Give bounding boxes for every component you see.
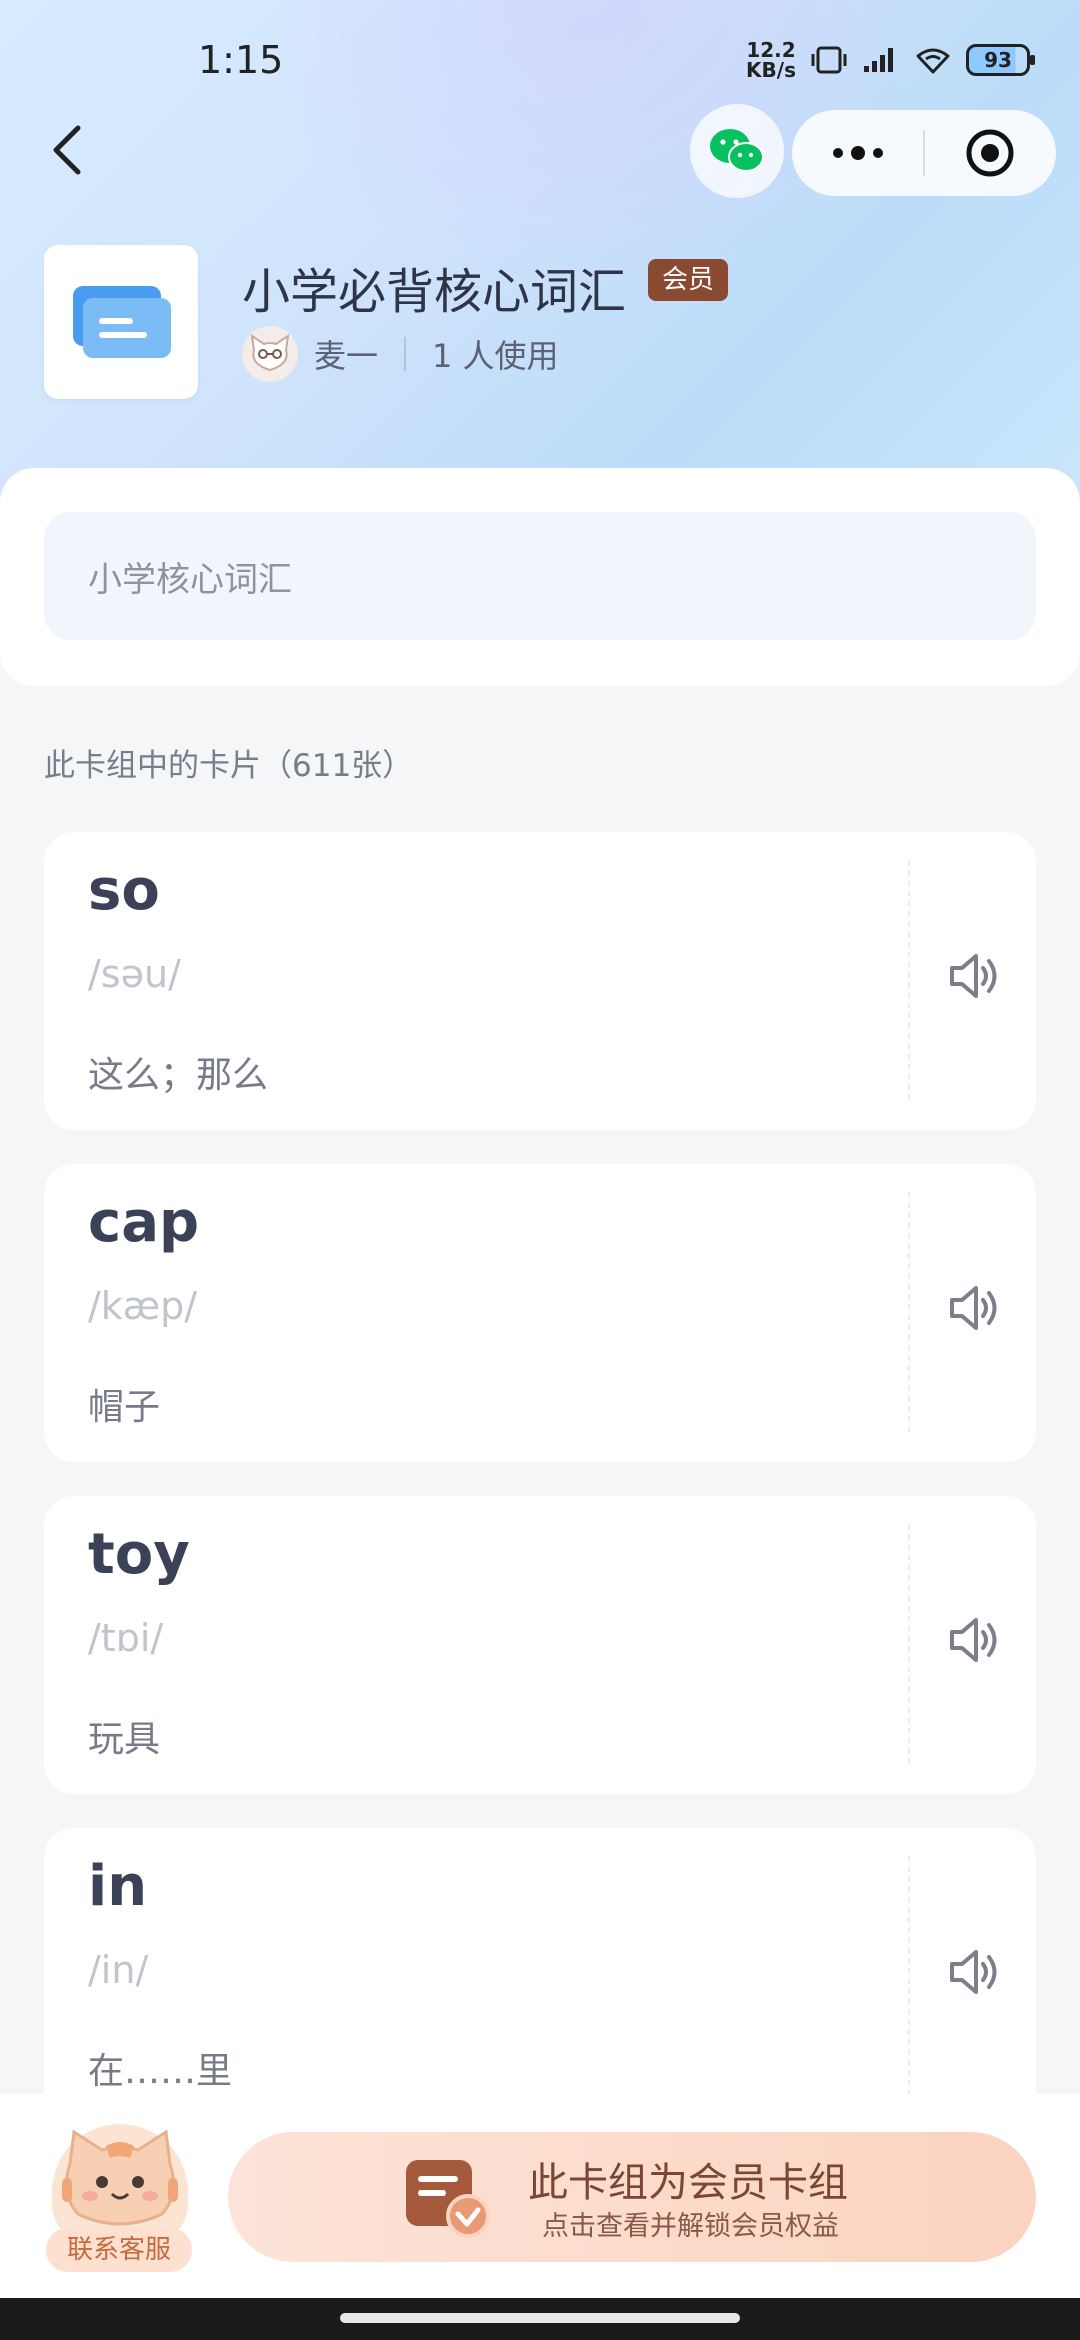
battery-icon: 93: [966, 44, 1035, 76]
back-arrow-icon[interactable]: [40, 118, 96, 182]
wifi-icon: [916, 48, 950, 74]
word-phonetic: /tɒi/: [88, 1616, 164, 1660]
deck-title: 小学必背核心词汇: [242, 264, 627, 320]
author-separator: [404, 337, 407, 371]
author-row: 麦一 1 人使用: [242, 326, 559, 382]
word-text: toy: [88, 1522, 190, 1587]
status-bar: 1:15 12.2 KB/s 93: [0, 0, 1080, 120]
word-card[interactable]: toy /tɒi/ 玩具: [44, 1496, 1036, 1794]
word-phonetic: /kæp/: [88, 1284, 198, 1328]
deck-cover: [44, 245, 198, 399]
member-banner-subtitle: 点击查看并解锁会员权益: [542, 2211, 839, 2242]
customer-service-button[interactable]: 联系客服: [46, 2124, 192, 2272]
card-divider: [908, 1856, 910, 2096]
home-indicator[interactable]: [340, 2313, 740, 2323]
member-banner-title: 此卡组为会员卡组: [528, 2160, 848, 2206]
author-name[interactable]: 麦一: [314, 331, 378, 377]
customer-service-label: 联系客服: [46, 2228, 192, 2272]
usage-count: 1 人使用: [432, 337, 559, 375]
speaker-icon[interactable]: [946, 1280, 1002, 1336]
member-unlock-button[interactable]: 此卡组为会员卡组 点击查看并解锁会员权益: [228, 2132, 1036, 2262]
word-card[interactable]: in /in/ 在……里: [44, 1828, 1036, 2126]
net-speed-unit: KB/s: [746, 58, 796, 82]
more-button[interactable]: [792, 110, 923, 196]
deck-description: 小学核心词汇: [44, 512, 1036, 640]
bottom-action-bar: 联系客服 此卡组为会员卡组 点击查看并解锁会员权益: [0, 2094, 1080, 2298]
net-speed-value: 12.2: [746, 38, 796, 62]
word-phonetic: /in/: [88, 1948, 149, 1992]
word-card[interactable]: so /səu/ 这么；那么: [44, 832, 1036, 1130]
description-panel: 小学核心词汇: [0, 468, 1080, 686]
speaker-icon[interactable]: [946, 948, 1002, 1004]
wechat-icon: [710, 129, 764, 172]
status-time: 1:15: [198, 38, 284, 82]
card-divider: [908, 1524, 910, 1764]
signal-icon: [864, 48, 893, 72]
word-text: so: [88, 858, 160, 923]
speaker-icon[interactable]: [946, 1944, 1002, 2000]
word-meaning: 帽子: [88, 1387, 161, 1428]
speaker-icon[interactable]: [946, 1612, 1002, 1668]
target-close-icon: [966, 129, 1014, 177]
cards-section-label: 此卡组中的卡片（611张）: [44, 748, 414, 784]
card-divider: [908, 860, 910, 1100]
word-meaning: 这么；那么: [88, 1055, 269, 1096]
cat-avatar-icon: [250, 334, 290, 372]
wechat-share-button[interactable]: [690, 104, 784, 198]
card-divider: [908, 1192, 910, 1432]
deck-cover-icon: [73, 286, 171, 358]
member-badge: 会员: [648, 259, 729, 301]
word-meaning: 玩具: [88, 1719, 161, 1760]
word-text: cap: [88, 1190, 200, 1255]
miniprogram-capsule: [792, 110, 1056, 196]
word-meaning: 在……里: [88, 2051, 233, 2092]
vibrate-icon: [811, 46, 847, 74]
word-phonetic: /səu/: [88, 952, 181, 996]
status-icons: 12.2 KB/s 93: [746, 40, 1035, 80]
system-navigation-bar: [0, 2298, 1080, 2340]
word-card[interactable]: cap /kæp/ 帽子: [44, 1164, 1036, 1462]
cat-mascot-icon: [52, 2124, 188, 2244]
more-dots-icon: [832, 146, 883, 160]
close-miniprogram-button[interactable]: [925, 110, 1056, 196]
net-speed: 12.2 KB/s: [746, 40, 796, 80]
avatar[interactable]: [242, 326, 298, 382]
member-card-icon: [406, 2160, 490, 2238]
word-text: in: [88, 1854, 148, 1919]
